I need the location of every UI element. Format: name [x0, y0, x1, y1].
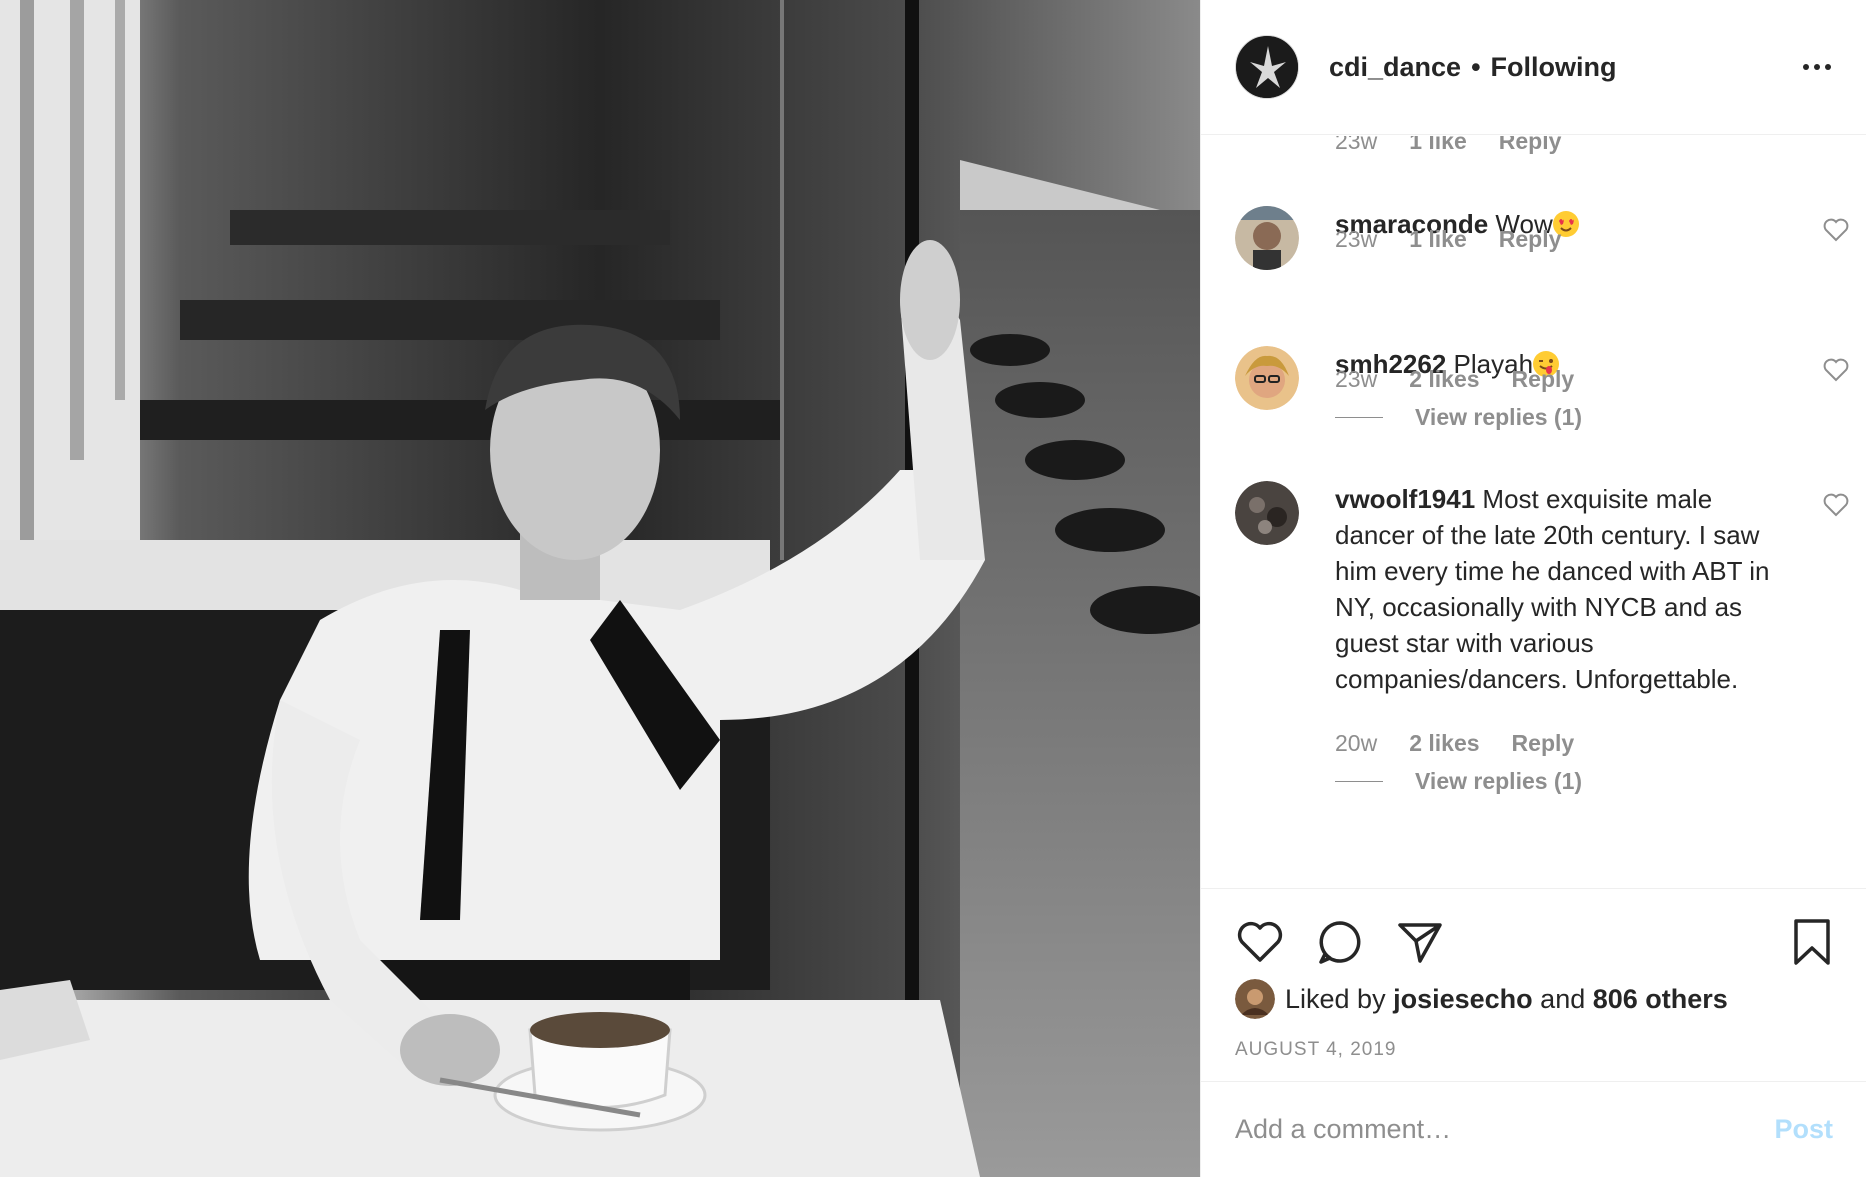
- comment-like-heart-icon[interactable]: [1823, 493, 1849, 517]
- comment-meta-partial: 23w 1 like Reply: [1335, 136, 1561, 155]
- commenter-username[interactable]: vwoolf1941: [1335, 484, 1475, 514]
- comment-reply-button[interactable]: Reply: [1512, 730, 1575, 757]
- comment-time: 23w: [1335, 226, 1378, 252]
- comment-meta: 23w 2 likes Reply: [1335, 366, 1574, 393]
- liker-username[interactable]: josiesecho: [1393, 984, 1533, 1015]
- view-replies-button[interactable]: View replies (1): [1335, 768, 1582, 795]
- paper-plane-icon[interactable]: [1395, 917, 1445, 967]
- bookmark-icon[interactable]: [1787, 917, 1837, 967]
- post-comment-button[interactable]: Post: [1774, 1114, 1833, 1145]
- comment-icon[interactable]: [1315, 917, 1365, 967]
- comment-meta: 20w 2 likes Reply: [1335, 730, 1574, 757]
- comment-time: 23w: [1335, 136, 1378, 154]
- comment-like-heart-icon[interactable]: [1823, 218, 1849, 242]
- likes-summary: Liked by josiesecho and 806 others: [1235, 979, 1728, 1019]
- commenter-avatar[interactable]: [1235, 481, 1299, 545]
- view-replies-label[interactable]: View replies (1): [1415, 768, 1582, 795]
- likes-prefix: Liked by: [1285, 983, 1386, 1014]
- following-button[interactable]: Following: [1491, 52, 1617, 83]
- comment-item: vwoolf1941 Most exquisite male dancer of…: [1235, 481, 1849, 694]
- post-date[interactable]: AUGUST 4, 2019: [1235, 1039, 1397, 1061]
- comments-list[interactable]: 23w 1 like Reply smaraconde Wow 23w 1 li…: [1201, 136, 1866, 888]
- header-separator: •: [1471, 51, 1481, 82]
- more-horizontal-icon[interactable]: [1797, 47, 1837, 87]
- comment-reply-button[interactable]: Reply: [1499, 136, 1562, 155]
- comment-like-heart-icon[interactable]: [1823, 358, 1849, 382]
- comment-text: vwoolf1941 Most exquisite male dancer of…: [1335, 481, 1790, 697]
- comment-time: 20w: [1335, 730, 1378, 756]
- comment-meta: 23w 1 like Reply: [1335, 226, 1561, 253]
- comment-likes[interactable]: 1 like: [1409, 136, 1467, 155]
- comment-likes[interactable]: 1 like: [1409, 226, 1467, 253]
- likes-conjunction: and: [1540, 983, 1586, 1014]
- comment-likes[interactable]: 2 likes: [1409, 366, 1479, 393]
- comment-body: Most exquisite male dancer of the late 2…: [1335, 484, 1770, 694]
- view-replies-line: [1335, 417, 1383, 418]
- add-comment-input[interactable]: [1235, 1114, 1775, 1145]
- likes-others-link[interactable]: 806 others: [1593, 984, 1728, 1015]
- liker-avatar[interactable]: [1235, 979, 1275, 1019]
- view-replies-label[interactable]: View replies (1): [1415, 404, 1582, 431]
- post-actions-area: Liked by josiesecho and 806 others AUGUS…: [1201, 888, 1866, 1081]
- comment-reply-button[interactable]: Reply: [1512, 366, 1575, 393]
- poster-username[interactable]: cdi_dance: [1329, 52, 1461, 83]
- post-side-panel: cdi_dance • Following 23w 1 like Reply s…: [1200, 0, 1866, 1177]
- action-bar: [1235, 917, 1445, 967]
- view-replies-button[interactable]: View replies (1): [1335, 404, 1582, 431]
- commenter-avatar[interactable]: [1235, 206, 1299, 270]
- add-comment-bar: Post: [1201, 1081, 1866, 1177]
- heart-icon[interactable]: [1235, 917, 1285, 967]
- comment-likes[interactable]: 2 likes: [1409, 730, 1479, 757]
- comment-reply-button[interactable]: Reply: [1499, 226, 1562, 253]
- post-header: cdi_dance • Following: [1201, 0, 1866, 135]
- comment-time: 23w: [1335, 366, 1378, 392]
- view-replies-line: [1335, 781, 1383, 782]
- poster-avatar[interactable]: [1235, 35, 1299, 99]
- commenter-avatar[interactable]: [1235, 346, 1299, 410]
- post-photo[interactable]: [0, 0, 1200, 1177]
